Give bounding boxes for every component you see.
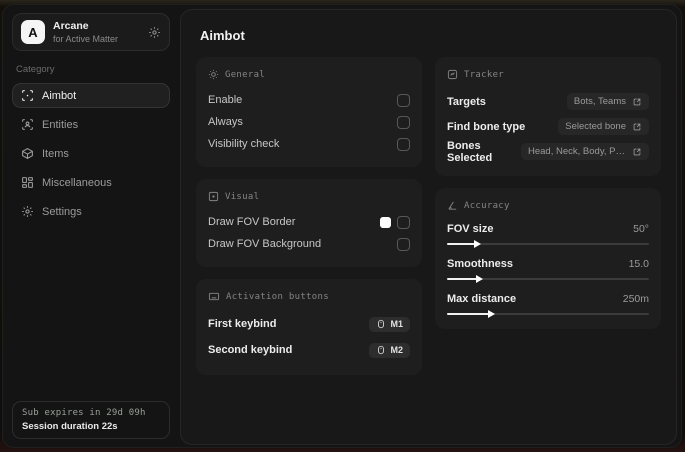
setting-label: Visibility check xyxy=(208,138,280,150)
find-bone-type-dropdown[interactable]: Selected bone xyxy=(558,118,649,135)
card-title: Activation buttons xyxy=(226,291,329,302)
card-title: General xyxy=(225,69,266,80)
max-distance-slider[interactable] xyxy=(447,309,649,318)
gear-icon xyxy=(21,205,34,218)
card-title: Visual xyxy=(225,191,260,202)
image-frame-icon xyxy=(208,191,219,202)
setting-label: FOV size xyxy=(447,223,494,235)
expand-icon xyxy=(632,147,642,157)
setting-row-draw-fov-background: Draw FOV Background xyxy=(208,233,410,255)
slider-row-smoothness: Smoothness 15.0 xyxy=(447,255,649,283)
main-panel: Aimbot General Enable Always Visibility … xyxy=(180,9,677,445)
crosshair-scan-icon xyxy=(21,89,34,102)
card-title: Accuracy xyxy=(464,200,510,211)
first-keybind-button[interactable]: M1 xyxy=(369,316,410,332)
app-logo: A xyxy=(21,20,45,45)
draw-fov-background-checkbox[interactable] xyxy=(397,237,410,251)
visual-card: Visual Draw FOV Border Draw FOV Backgrou… xyxy=(196,179,422,267)
slider-value: 15.0 xyxy=(628,258,649,270)
setting-row-enable: Enable xyxy=(208,89,410,111)
slider-row-max-distance: Max distance 250m xyxy=(447,290,649,318)
keybind-value: M1 xyxy=(390,319,403,329)
bones-selected-dropdown[interactable]: Head, Neck, Body, Pe… xyxy=(521,143,649,160)
focus-target-icon xyxy=(447,69,458,80)
sidebar-item-items[interactable]: Items xyxy=(12,141,170,166)
expand-icon xyxy=(632,122,642,132)
expand-icon xyxy=(632,97,642,107)
overlay-window: A Arcane for Active Matter Category Aimb… xyxy=(2,4,682,448)
angle-icon xyxy=(447,200,458,211)
layout-grid-icon xyxy=(21,176,34,189)
setting-row-second-keybind: Second keybind M2 xyxy=(208,337,410,363)
setting-row-bones-selected: Bones Selected Head, Neck, Body, Pe… xyxy=(447,139,649,164)
always-checkbox[interactable] xyxy=(397,115,410,129)
sidebar-item-label: Entities xyxy=(42,118,79,131)
second-keybind-button[interactable]: M2 xyxy=(369,342,410,358)
gear-icon[interactable] xyxy=(148,26,161,39)
setting-row-visibility-check: Visibility check xyxy=(208,133,410,155)
sidebar-item-aimbot[interactable]: Aimbot xyxy=(12,83,170,109)
draw-fov-border-checkbox[interactable] xyxy=(397,215,410,229)
visibility-check-checkbox[interactable] xyxy=(397,137,410,151)
accuracy-card: Accuracy FOV size 50° Smoothness 15.0 Ma… xyxy=(435,188,661,329)
setting-row-targets: Targets Bots, Teams xyxy=(447,89,649,114)
sidebar-item-entities[interactable]: Entities xyxy=(12,112,170,137)
subscription-info: Sub expires in 29d 09h Session duration … xyxy=(12,401,170,439)
dropdown-value: Selected bone xyxy=(565,121,626,132)
mouse-icon xyxy=(376,345,386,355)
cube-icon xyxy=(21,147,34,160)
slider-row-fov-size: FOV size 50° xyxy=(447,220,649,248)
setting-label: Always xyxy=(208,116,243,128)
sidebar-item-miscellaneous[interactable]: Miscellaneous xyxy=(12,170,170,195)
activation-buttons-card: Activation buttons First keybind M1 Seco… xyxy=(196,279,422,375)
tracker-card: Tracker Targets Bots, Teams Find bone ty… xyxy=(435,57,661,176)
sidebar-item-label: Aimbot xyxy=(42,89,77,102)
keybind-value: M2 xyxy=(390,345,403,355)
session-duration-text: Session duration 22s xyxy=(22,421,118,432)
sun-settings-icon xyxy=(208,69,219,80)
mouse-icon xyxy=(376,319,386,329)
sidebar-item-settings[interactable]: Settings xyxy=(12,199,170,224)
sub-expires-text: Sub expires in 29d 09h xyxy=(22,408,146,418)
fov-border-color-swatch[interactable] xyxy=(380,216,391,228)
page-title: Aimbot xyxy=(200,28,245,43)
category-label: Category xyxy=(16,64,55,76)
app-header: A Arcane for Active Matter xyxy=(12,13,170,52)
fov-size-slider[interactable] xyxy=(447,239,649,248)
setting-label: Second keybind xyxy=(208,344,293,356)
dropdown-value: Bots, Teams xyxy=(573,96,626,107)
setting-label: Max distance xyxy=(447,293,517,305)
sidebar-item-label: Settings xyxy=(42,205,82,218)
smoothness-slider[interactable] xyxy=(447,274,649,283)
setting-label: Targets xyxy=(447,95,486,108)
app-name: Arcane xyxy=(53,20,89,32)
setting-label: Bones Selected xyxy=(447,139,493,164)
enable-checkbox[interactable] xyxy=(397,93,410,107)
sidebar: A Arcane for Active Matter Category Aimb… xyxy=(3,5,179,447)
setting-row-first-keybind: First keybind M1 xyxy=(208,311,410,337)
setting-label: Find bone type xyxy=(447,120,526,133)
sidebar-item-label: Miscellaneous xyxy=(42,176,112,189)
app-subtitle: for Active Matter xyxy=(53,33,119,44)
general-card: General Enable Always Visibility check xyxy=(196,57,422,167)
dropdown-value: Head, Neck, Body, Pe… xyxy=(528,146,626,157)
targets-dropdown[interactable]: Bots, Teams xyxy=(566,93,649,110)
sidebar-item-label: Items xyxy=(42,147,69,160)
card-title: Tracker xyxy=(464,69,505,80)
setting-label: Enable xyxy=(208,94,243,106)
slider-value: 50° xyxy=(633,223,649,235)
setting-label: First keybind xyxy=(208,318,277,330)
person-scan-icon xyxy=(21,118,34,131)
setting-label: Smoothness xyxy=(447,258,514,270)
setting-label: Draw FOV Background xyxy=(208,238,322,250)
slider-value: 250m xyxy=(622,293,649,305)
setting-row-always: Always xyxy=(208,111,410,133)
keyboard-icon xyxy=(208,291,220,302)
setting-row-draw-fov-border: Draw FOV Border xyxy=(208,211,410,233)
setting-label: Draw FOV Border xyxy=(208,216,296,228)
setting-row-find-bone-type: Find bone type Selected bone xyxy=(447,114,649,139)
